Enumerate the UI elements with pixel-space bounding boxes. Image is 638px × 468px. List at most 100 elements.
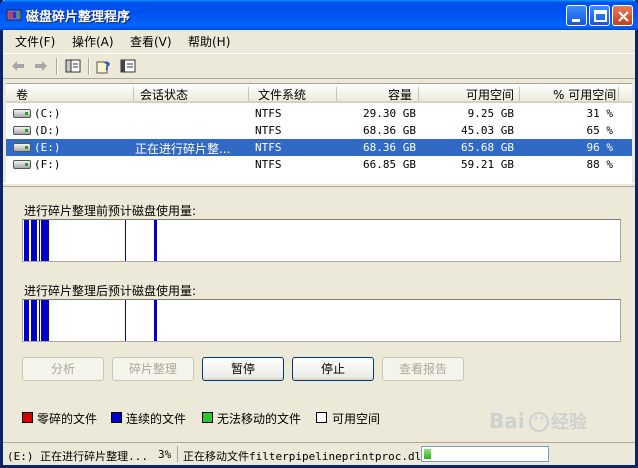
free-space-swatch: [316, 412, 327, 423]
contiguous-block: [154, 220, 157, 261]
contiguous-block: [125, 300, 126, 341]
before-defrag-label: 进行碎片整理前预计磁盘使用量:: [24, 204, 197, 218]
column-separator[interactable]: [418, 87, 419, 101]
column-percent-free[interactable]: % 可用空间: [553, 86, 616, 103]
before-defrag-usage-map: [22, 219, 621, 262]
defrag-progress-bar: [421, 446, 549, 462]
column-separator[interactable]: [248, 87, 249, 101]
volume-percent-free: 96 %: [586, 141, 614, 154]
volume-row-c[interactable]: (C:) NTFS 29.30 GB 9.25 GB 31 %: [6, 105, 632, 122]
volume-capacity: 68.36 GB: [363, 141, 416, 154]
volume-status: 正在进行碎片整...: [135, 142, 231, 156]
contiguous-block: [41, 220, 49, 261]
menu-file[interactable]: 文件(F): [15, 33, 55, 50]
volume-percent-free: 88 %: [586, 158, 614, 171]
minimize-button[interactable]: [566, 5, 587, 26]
volume-name: (E:): [34, 141, 61, 154]
window-title: 磁盘碎片整理程序: [26, 10, 131, 25]
volume-free: 59.21 GB: [461, 158, 514, 171]
column-capacity[interactable]: 容量: [388, 86, 412, 103]
baidu-watermark-logo: Bai 经验: [489, 409, 588, 433]
volume-row-d[interactable]: (D:) NTFS 68.36 GB 45.03 GB 65 %: [6, 122, 632, 139]
status-separator: [177, 446, 178, 462]
defrag-window: 磁盘碎片整理程序 文件(F) 操作(A) 查看(V) 帮助(H) ? 卷 会话状…: [0, 0, 638, 468]
contiguous-block: [31, 220, 37, 261]
contiguous-block: [31, 300, 37, 341]
status-bar: (E:) 正在进行碎片整理... 3% 正在移动文件filterpipeline…: [3, 442, 635, 465]
volume-free: 65.68 GB: [461, 141, 514, 154]
status-message: 正在移动文件filterpipelineprintproc.dll: [183, 450, 428, 463]
volume-capacity: 29.30 GB: [363, 107, 416, 120]
contiguous-block: [39, 220, 40, 261]
volume-file-system: NTFS: [255, 107, 282, 120]
contiguous-block: [41, 300, 49, 341]
close-icon: [618, 11, 629, 22]
column-separator[interactable]: [336, 87, 337, 101]
defragment-button[interactable]: 碎片整理: [112, 357, 194, 381]
volume-capacity: 68.36 GB: [363, 124, 416, 137]
volume-row-e[interactable]: (E:) 正在进行碎片整... NTFS 68.36 GB 65.68 GB 9…: [6, 139, 632, 156]
defrag-app-icon: [6, 9, 22, 21]
help-icon[interactable]: ?: [95, 57, 113, 75]
menu-help[interactable]: 帮助(H): [188, 33, 230, 50]
volume-free: 45.03 GB: [461, 124, 514, 137]
contiguous-block: [39, 300, 40, 341]
column-separator[interactable]: [519, 87, 520, 101]
volume-name: (F:): [34, 158, 61, 171]
volume-name: (D:): [34, 124, 61, 137]
volume-row-f[interactable]: (F:) NTFS 66.85 GB 59.21 GB 88 %: [6, 156, 632, 173]
column-separator[interactable]: [133, 87, 134, 101]
menu-view[interactable]: 查看(V): [130, 33, 172, 50]
minimize-icon: [572, 19, 580, 22]
show-hide-tree-icon[interactable]: [64, 57, 82, 75]
volume-file-system: NTFS: [255, 124, 282, 137]
toolbar: ?: [3, 53, 635, 79]
svg-text:Bai: Bai: [489, 409, 525, 433]
hard-drive-icon: [13, 126, 31, 135]
legend-contiguous: 连续的文件: [126, 412, 187, 426]
contiguous-swatch: [111, 412, 122, 423]
analyze-button[interactable]: 分析: [22, 357, 104, 381]
column-session-status[interactable]: 会话状态: [140, 86, 188, 103]
close-button[interactable]: [612, 5, 633, 26]
after-defrag-usage-map: [22, 299, 621, 342]
progress-fill: [424, 449, 431, 459]
menu-bar: 文件(F) 操作(A) 查看(V) 帮助(H): [3, 30, 635, 52]
view-report-button[interactable]: 查看报告: [382, 357, 464, 381]
svg-text:?: ?: [104, 60, 110, 73]
legend-unmovable: 无法移动的文件: [217, 412, 302, 426]
stop-button[interactable]: 停止: [292, 357, 374, 381]
volume-file-system: NTFS: [255, 141, 282, 154]
volume-percent-free: 31 %: [586, 107, 614, 120]
legend-free-space: 可用空间: [332, 412, 381, 426]
pause-button[interactable]: 暂停: [202, 357, 284, 381]
properties-icon[interactable]: [119, 57, 137, 75]
back-arrow-icon[interactable]: [9, 57, 27, 75]
volume-list[interactable]: 卷 会话状态 文件系统 容量 可用空间 % 可用空间 (C:) NTFS 29.…: [6, 83, 632, 183]
toolbar-separator: [56, 58, 58, 75]
legend-fragmented: 零碎的文件: [37, 412, 98, 426]
maximize-button[interactable]: [589, 5, 610, 26]
column-separator[interactable]: [618, 87, 619, 101]
forward-arrow-icon[interactable]: [32, 57, 50, 75]
after-defrag-label: 进行碎片整理后预计磁盘使用量:: [24, 284, 197, 298]
pane-splitter[interactable]: [3, 183, 635, 187]
contiguous-block: [24, 220, 29, 261]
column-volume[interactable]: 卷: [16, 86, 28, 103]
toolbar-separator: [88, 58, 90, 75]
title-bar[interactable]: 磁盘碎片整理程序: [0, 0, 638, 30]
unmovable-swatch: [202, 412, 213, 423]
volume-file-system: NTFS: [255, 158, 282, 171]
fragmented-swatch: [22, 412, 33, 423]
contiguous-block: [24, 300, 29, 341]
column-file-system[interactable]: 文件系统: [258, 86, 306, 103]
volume-capacity: 66.85 GB: [363, 158, 416, 171]
status-volume: (E:) 正在进行碎片整理...: [7, 450, 148, 463]
column-free-space[interactable]: 可用空间: [466, 86, 514, 103]
contiguous-block: [154, 300, 157, 341]
contiguous-block: [125, 220, 126, 261]
menu-action[interactable]: 操作(A): [72, 33, 114, 50]
hard-drive-icon: [13, 160, 31, 169]
volume-list-header: 卷 会话状态 文件系统 容量 可用空间 % 可用空间: [6, 84, 632, 103]
hard-drive-icon: [13, 143, 31, 152]
